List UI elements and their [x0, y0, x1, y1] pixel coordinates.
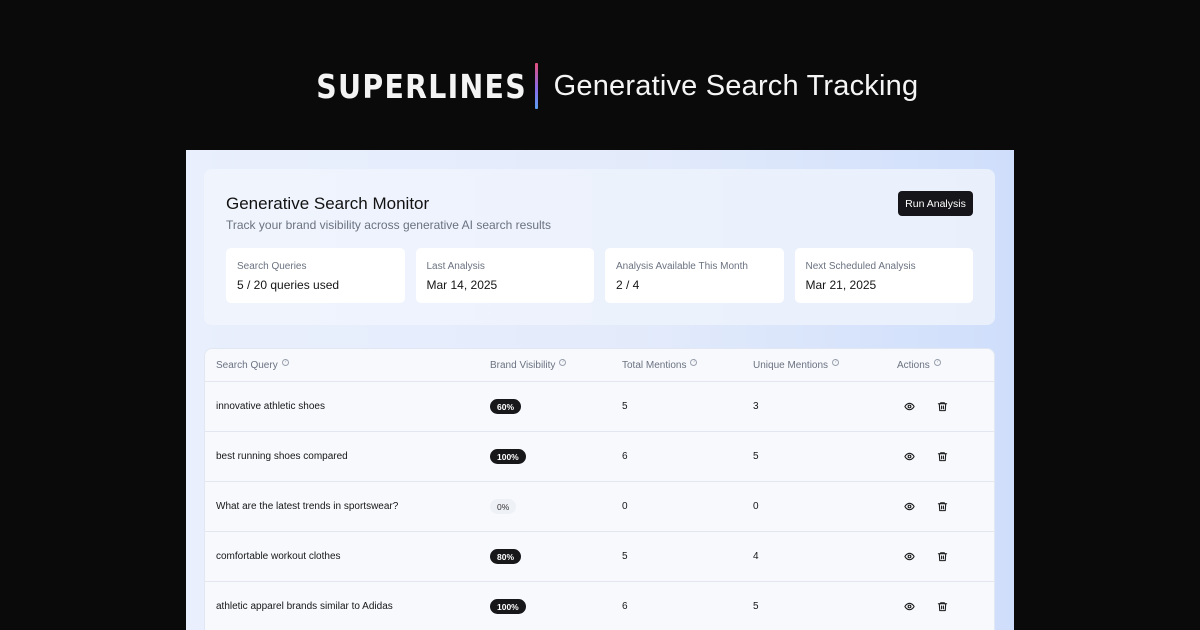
eye-icon[interactable] [904, 482, 915, 531]
page-headline: Generative Search Tracking [553, 69, 919, 102]
query-cell: What are the latest trends in sportswear… [216, 501, 399, 512]
visibility-badge: 100% [490, 599, 526, 614]
unique-mentions-cell: 3 [753, 401, 759, 412]
superlines-logo: SUPERLINES [315, 66, 527, 106]
logo-divider [534, 63, 538, 109]
stat-label: Search Queries [237, 261, 307, 272]
table-header: Search Query ? Brand Visibility ? Total … [205, 349, 994, 382]
app-screenshot-frame: Generative Search Monitor Track your bra… [186, 150, 1014, 630]
trash-icon[interactable] [937, 532, 948, 581]
visibility-cell: 100% [490, 582, 526, 630]
eye-icon[interactable] [904, 532, 915, 581]
eye-icon[interactable] [904, 382, 915, 431]
stats-row: Search Queries 5 / 20 queries used Last … [226, 248, 973, 304]
queries-table: Search Query ? Brand Visibility ? Total … [204, 348, 995, 630]
query-cell: best running shoes compared [216, 451, 348, 462]
stat-search-queries: Search Queries 5 / 20 queries used [226, 248, 405, 303]
header-actions: Actions ? [897, 349, 941, 381]
brand-header: SUPERLINES Generative Search Tracking [0, 62, 1200, 110]
visibility-cell: 0% [490, 482, 517, 531]
total-mentions-cell: 6 [622, 601, 628, 612]
stat-label: Last Analysis [426, 261, 485, 272]
eye-icon[interactable] [904, 582, 915, 630]
unique-mentions-cell: 0 [753, 501, 759, 512]
trash-icon[interactable] [937, 432, 948, 481]
help-icon[interactable]: ? [832, 358, 840, 366]
header-label: Total Mentions [622, 359, 687, 371]
stat-value: 5 / 20 queries used [237, 278, 340, 292]
eye-icon[interactable] [904, 432, 915, 481]
query-cell: athletic apparel brands similar to Adida… [216, 601, 393, 612]
unique-mentions-cell: 4 [753, 551, 759, 562]
stat-label: Analysis Available This Month [616, 261, 748, 272]
monitor-subtitle: Track your brand visibility across gener… [226, 218, 552, 232]
help-icon[interactable]: ? [281, 358, 289, 366]
help-icon[interactable]: ? [690, 358, 698, 366]
monitor-title: Generative Search Monitor [226, 194, 430, 213]
visibility-cell: 60% [490, 382, 522, 431]
help-icon[interactable]: ? [559, 358, 567, 366]
run-analysis-button[interactable]: Run Analysis [898, 191, 973, 216]
visibility-badge: 0% [490, 499, 517, 514]
total-mentions-cell: 5 [622, 401, 628, 412]
visibility-cell: 80% [490, 532, 522, 581]
header-label: Search Query [216, 359, 278, 371]
table-row: innovative athletic shoes 60% 5 3 [205, 382, 994, 432]
header-label: Brand Visibility [490, 359, 556, 371]
trash-icon[interactable] [937, 482, 948, 531]
visibility-badge: 100% [490, 449, 526, 464]
stat-value: Mar 21, 2025 [805, 278, 877, 292]
header-total-mentions: Total Mentions ? [622, 349, 698, 381]
total-mentions-cell: 0 [622, 501, 628, 512]
visibility-cell: 100% [490, 432, 526, 481]
help-icon[interactable]: ? [933, 358, 941, 366]
table-row: best running shoes compared 100% 6 5 [205, 432, 994, 482]
header-label: Actions [897, 359, 930, 371]
header-unique-mentions: Unique Mentions ? [753, 349, 840, 381]
query-cell: innovative athletic shoes [216, 401, 325, 412]
total-mentions-cell: 5 [622, 551, 628, 562]
query-cell: comfortable workout clothes [216, 551, 341, 562]
visibility-badge: 80% [490, 549, 522, 564]
unique-mentions-cell: 5 [753, 451, 759, 462]
header-label: Unique Mentions [753, 359, 829, 371]
visibility-badge: 60% [490, 399, 522, 414]
monitor-card: Generative Search Monitor Track your bra… [204, 169, 995, 325]
stat-next-scheduled: Next Scheduled Analysis Mar 21, 2025 [794, 248, 973, 303]
header-brand-visibility: Brand Visibility ? [490, 349, 567, 381]
total-mentions-cell: 6 [622, 451, 628, 462]
trash-icon[interactable] [937, 382, 948, 431]
header-search-query: Search Query ? [216, 349, 289, 381]
stat-value: Mar 14, 2025 [426, 278, 498, 292]
unique-mentions-cell: 5 [753, 601, 759, 612]
stat-last-analysis: Last Analysis Mar 14, 2025 [415, 248, 594, 303]
table-row: comfortable workout clothes 80% 5 4 [205, 532, 994, 582]
stat-analysis-available: Analysis Available This Month 2 / 4 [605, 248, 784, 303]
stat-label: Next Scheduled Analysis [805, 261, 916, 272]
table-row: What are the latest trends in sportswear… [205, 482, 994, 532]
stat-value: 2 / 4 [616, 278, 640, 292]
table-row: athletic apparel brands similar to Adida… [205, 582, 994, 630]
trash-icon[interactable] [937, 582, 948, 630]
